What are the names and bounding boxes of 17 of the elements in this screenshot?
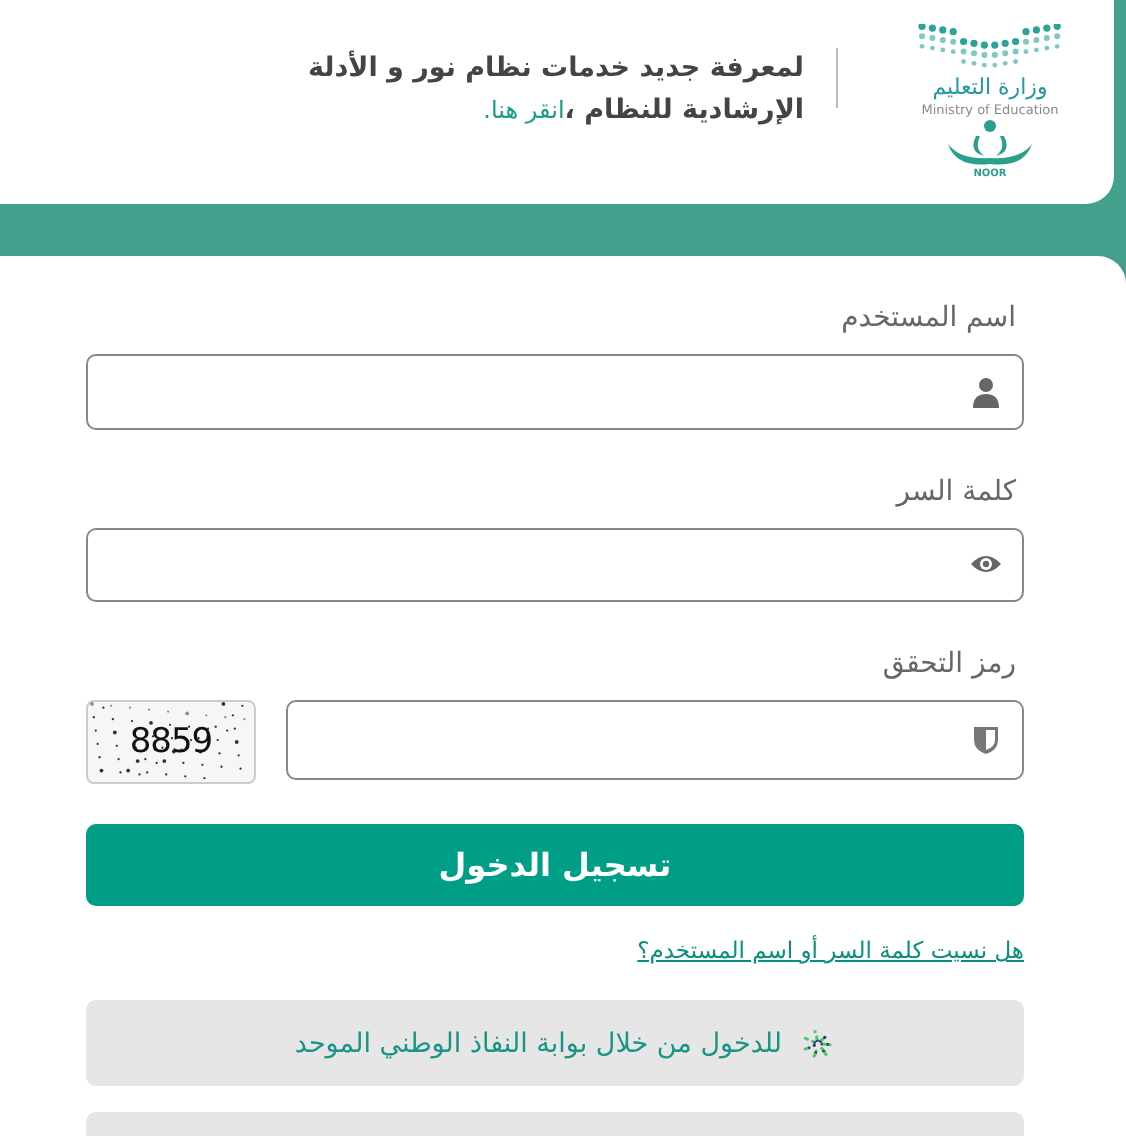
forgot-password-link[interactable]: هل نسيت كلمة السر أو اسم المستخدم؟ bbox=[637, 936, 1024, 964]
username-field[interactable] bbox=[86, 354, 1024, 429]
notice-text: لمعرفة جديد خدمات نظام نور و الأدلة الإرشادية للنظام ،انقر هنا. bbox=[305, 48, 804, 130]
password-label: كلمة السر bbox=[896, 473, 1016, 509]
shield-icon bbox=[970, 724, 1002, 756]
fingerprint-icon bbox=[802, 1027, 834, 1059]
dots-logo-icon bbox=[916, 24, 1064, 72]
captcha-field[interactable] bbox=[286, 700, 1024, 780]
login-button[interactable]: تسجيل الدخول bbox=[86, 824, 1024, 906]
click-here-link[interactable]: انقر هنا. bbox=[483, 96, 565, 124]
ministry-name-arabic: وزارة التعليم bbox=[932, 74, 1048, 100]
captcha-label: رمز التحقق bbox=[882, 646, 1016, 682]
captcha-code: 8859 bbox=[129, 722, 213, 762]
username-label: اسم المستخدم bbox=[841, 300, 1016, 336]
nafath-login-button[interactable]: للدخول من خلال بوابة النفاذ الوطني الموحد bbox=[86, 1000, 1024, 1086]
password-field[interactable] bbox=[86, 527, 1024, 602]
user-icon bbox=[970, 375, 1002, 408]
